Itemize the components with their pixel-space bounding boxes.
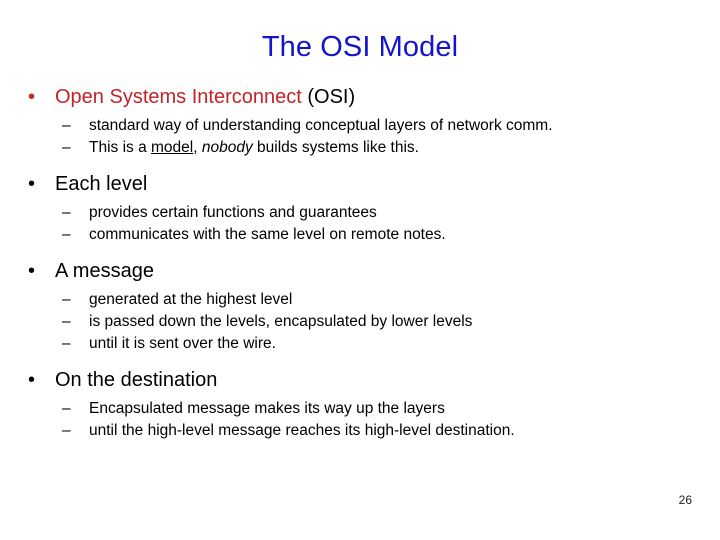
bullet-marker-icon: • [28,369,36,391]
slide: The OSI Model • Open Systems Interconnect… [0,0,720,540]
sub-bullet-item: – generated at the highest level [0,289,720,311]
dash-marker-icon: – [62,313,71,330]
bullet-heading: • Each level [0,171,720,197]
bullet-heading-text: Each level [55,173,148,195]
sub-bullet-text: This is a model, nobody builds systems l… [89,139,419,156]
sub-bullet-item: – communicates with the same level on rem… [0,224,720,246]
sub-bullet-text: generated at the highest level [89,291,292,308]
bullet-heading: • On the destination [0,367,720,393]
bullet-heading: • Open Systems Interconnect (OSI) [0,84,720,110]
bullet-group: • Open Systems Interconnect (OSI) – standar… [0,84,720,159]
text-run-plain: builds systems like this. [252,139,419,156]
text-run-plain: This is a [89,139,152,156]
bullet-group: • On the destination – Encapsulated message… [0,367,720,442]
text-run-plain: standard way of understanding conceptual… [89,117,553,134]
text-run-plain: until it is sent over the wire. [89,335,276,352]
sub-bullet-item: – Encapsulated message makes its way up t… [0,398,720,420]
sub-bullet-list: – Encapsulated message makes its way up t… [0,398,720,442]
sub-bullet-list: – standard way of understanding conceptua… [0,115,720,159]
dash-marker-icon: – [62,422,71,439]
bullet-heading-text: A message [55,260,154,282]
bullet-heading-text: Open Systems Interconnect [55,86,302,108]
sub-bullet-text: provides certain functions and guarantee… [89,204,377,221]
sub-bullet-item: – until the high-level message reaches it… [0,420,720,442]
bullet-group: • Each level – provides certain functions a… [0,171,720,246]
sub-bullet-list: – generated at the highest level – is passe… [0,289,720,355]
bullet-marker-icon: • [28,86,36,108]
bullet-list: • Open Systems Interconnect (OSI) – standar… [0,84,720,442]
text-run-italic: nobody [201,139,253,156]
text-run-plain: Encapsulated message makes its way up th… [89,400,445,417]
sub-bullet-item: – provides certain functions and guarante… [0,202,720,224]
bullet-marker-icon: • [28,173,36,195]
sub-bullet-item: – standard way of understanding conceptua… [0,115,720,137]
sub-bullet-item: – This is a model, nobody builds systems … [0,137,720,159]
bullet-marker-icon: • [28,260,36,282]
text-run-underline: model [151,139,194,156]
text-run-plain: communicates with the same level on remo… [89,226,446,243]
bullet-heading-text: On the destination [55,369,218,391]
sub-bullet-item: – until it is sent over the wire. [0,333,720,355]
sub-bullet-text: until the high-level message reaches its… [89,422,515,439]
bullet-heading-suffix: (OSI) [301,86,356,108]
text-run-plain: is passed down the levels, encapsulated … [89,313,473,330]
sub-bullet-text: standard way of understanding conceptual… [89,117,553,134]
text-run-plain: generated at the highest level [89,291,293,308]
sub-bullet-text: until it is sent over the wire. [89,335,276,352]
dash-marker-icon: – [62,204,71,221]
bullet-heading: • A message [0,258,720,284]
text-run-plain: until the high-level message reaches its… [89,422,515,439]
sub-bullet-text: is passed down the levels, encapsulated … [89,313,472,330]
sub-bullet-text: Encapsulated message makes its way up th… [89,400,445,417]
sub-bullet-list: – provides certain functions and guarante… [0,202,720,246]
text-run-plain: provides certain functions and guarantee… [89,204,377,221]
sub-bullet-text: communicates with the same level on remo… [89,226,446,243]
dash-marker-icon: – [62,139,71,156]
dash-marker-icon: – [62,226,71,243]
slide-body: • Open Systems Interconnect (OSI) – standar… [0,84,720,442]
page-number: 26 [678,493,692,507]
dash-marker-icon: – [62,400,71,417]
slide-title: The OSI Model [261,31,459,63]
dash-marker-icon: – [62,291,71,308]
bullet-group: • A message – generated at the highest leve… [0,258,720,355]
sub-bullet-item: – is passed down the levels, encapsulated… [0,311,720,333]
text-run-plain: , [193,139,202,156]
dash-marker-icon: – [62,117,71,134]
dash-marker-icon: – [62,335,71,352]
